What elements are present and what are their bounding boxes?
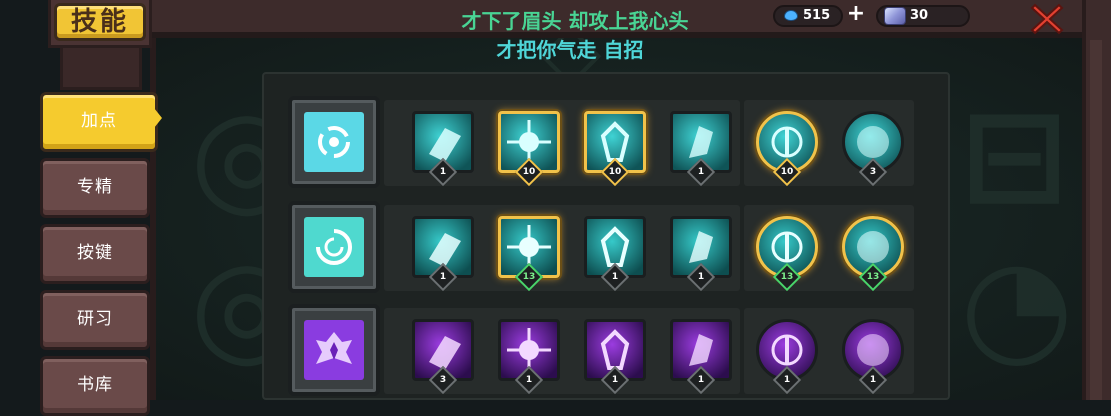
gem-icon <box>785 11 797 20</box>
skill-level: 1 <box>783 375 791 385</box>
skill-level: 1 <box>611 375 619 385</box>
skill-level: 1 <box>697 375 705 385</box>
close-button[interactable] <box>1030 2 1064 36</box>
main-skill-slot[interactable] <box>288 201 380 293</box>
scrollbar-track[interactable] <box>1090 40 1102 400</box>
gem-counter: 515 <box>773 5 843 27</box>
skill-level: 1 <box>611 272 619 282</box>
tab-study[interactable]: 研习 <box>40 290 150 350</box>
skill-level: 1 <box>697 167 705 177</box>
coin-icon <box>885 8 905 24</box>
subtitle-line-2: 才把你气走 自招 <box>496 38 644 62</box>
vortex-icon <box>304 112 364 172</box>
skill-level: 13 <box>522 272 536 282</box>
skill-level: 10 <box>780 167 794 177</box>
title-stem <box>60 48 142 90</box>
add-currency-button[interactable]: + <box>846 3 866 25</box>
page-title: 技能 <box>54 3 146 41</box>
skill-level: 13 <box>866 272 880 282</box>
main-skill-slot[interactable] <box>288 304 380 396</box>
tab-specialization[interactable]: 专精 <box>40 158 150 218</box>
close-icon <box>1030 3 1064 35</box>
tab-keybinds[interactable]: 按键 <box>40 224 150 284</box>
spiral-icon <box>304 217 364 277</box>
skill-level: 1 <box>697 272 705 282</box>
skill-level: 3 <box>439 375 447 385</box>
coin-counter: 30 <box>876 5 970 27</box>
skill-level: 1 <box>439 167 447 177</box>
skill-level: 3 <box>869 167 877 177</box>
tab-library[interactable]: 书库 <box>40 356 150 416</box>
skill-level: 1 <box>439 272 447 282</box>
lotus-crest-icon <box>304 320 364 380</box>
gem-amount: 515 <box>803 8 831 23</box>
tab-add-points[interactable]: 加点 <box>40 92 158 152</box>
coin-amount: 30 <box>910 8 929 23</box>
background-rune-icon: ◔ <box>960 229 1074 381</box>
skill-level: 10 <box>522 167 536 177</box>
background-rune-icon: ⊟ <box>960 79 1069 231</box>
active-tab-arrow-icon <box>154 108 162 128</box>
skill-level: 13 <box>780 272 794 282</box>
skill-level: 10 <box>608 167 622 177</box>
skill-level: 1 <box>869 375 877 385</box>
subtitle-line-1: 才下了眉头 却攻上我心头 <box>461 9 689 33</box>
main-skill-slot[interactable] <box>288 96 380 188</box>
skill-level: 1 <box>525 375 533 385</box>
